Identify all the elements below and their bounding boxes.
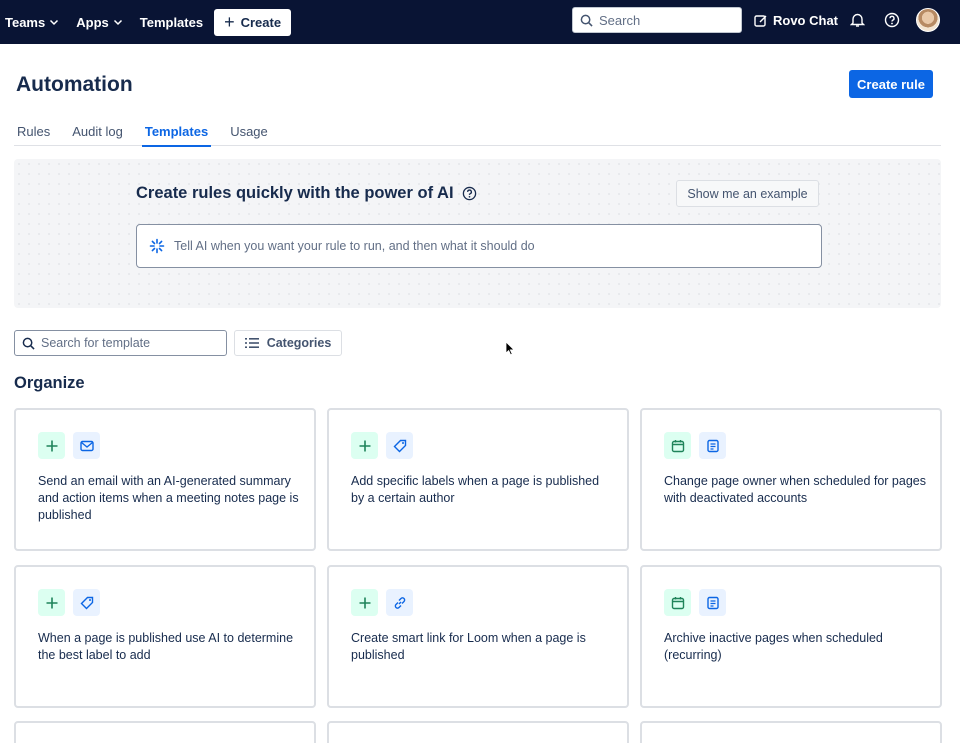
create-button[interactable]: + Create <box>214 8 292 36</box>
mouse-cursor-icon <box>505 341 515 356</box>
template-search-input[interactable]: Search for template <box>14 330 227 356</box>
ai-panel-title: Create rules quickly with the power of A… <box>136 184 477 203</box>
search-icon <box>22 337 35 350</box>
tab-rules[interactable]: Rules <box>14 124 53 146</box>
tab-templates[interactable]: Templates <box>141 124 212 147</box>
ai-rule-panel: Create rules quickly with the power of A… <box>14 159 941 308</box>
nav-apps-label: Apps <box>76 14 109 30</box>
rovo-chat-button[interactable]: Rovo Chat <box>754 13 838 28</box>
chat-edit-icon <box>754 14 767 27</box>
categories-button[interactable]: Categories <box>234 330 342 356</box>
template-card-text: Archive inactive pages when scheduled (r… <box>664 631 883 662</box>
user-avatar[interactable] <box>916 8 940 32</box>
template-card-text: Change page owner when scheduled for pag… <box>664 474 926 505</box>
top-navigation: Teams Apps Templates + Create Search Rov… <box>0 0 960 44</box>
template-card[interactable]: Create smart link for Loom when a page i… <box>327 565 629 708</box>
template-card-text: Add specific labels when a page is publi… <box>351 474 600 505</box>
plus-icon <box>38 589 65 616</box>
link-icon <box>386 589 413 616</box>
ai-sparkle-icon <box>149 238 165 254</box>
tab-bar: Rules Audit log Templates Usage <box>14 124 941 147</box>
notifications-bell-icon[interactable] <box>849 12 866 33</box>
help-icon[interactable] <box>884 12 900 33</box>
nav-templates-label: Templates <box>139 14 204 30</box>
show-example-button[interactable]: Show me an example <box>676 180 819 207</box>
template-search-placeholder: Search for template <box>41 336 151 350</box>
tag-icon <box>73 589 100 616</box>
chevron-down-icon <box>113 19 122 26</box>
ai-panel-title-text: Create rules quickly with the power of A… <box>136 184 454 202</box>
template-card[interactable]: Add specific labels when a page is publi… <box>327 408 629 551</box>
calendar-icon <box>664 432 691 459</box>
create-button-label: Create <box>240 14 282 30</box>
calendar-icon <box>664 589 691 616</box>
nav-teams[interactable]: Teams <box>5 15 59 30</box>
tag-icon <box>386 432 413 459</box>
ai-prompt-placeholder: Tell AI when you want your rule to run, … <box>174 239 535 253</box>
search-icon <box>580 14 593 27</box>
ai-prompt-input[interactable]: Tell AI when you want your rule to run, … <box>136 224 822 268</box>
page-icon <box>699 589 726 616</box>
template-card[interactable] <box>14 721 316 743</box>
template-card[interactable] <box>640 721 942 743</box>
template-card-text: Create smart link for Loom when a page i… <box>351 631 586 662</box>
plus-icon <box>351 589 378 616</box>
mail-icon <box>73 432 100 459</box>
list-icon <box>244 338 259 348</box>
tab-usage[interactable]: Usage <box>227 124 271 146</box>
nav-teams-label: Teams <box>5 14 46 30</box>
plus-icon: + <box>224 12 235 32</box>
help-icon[interactable] <box>462 186 477 201</box>
create-rule-button[interactable]: Create rule <box>849 70 933 98</box>
nav-templates[interactable]: Templates <box>140 15 203 30</box>
nav-apps[interactable]: Apps <box>76 15 123 30</box>
categories-button-label: Categories <box>266 336 332 350</box>
rovo-chat-label: Rovo Chat <box>773 13 838 28</box>
page-title: Automation <box>16 73 133 96</box>
plus-icon <box>38 432 65 459</box>
global-search-placeholder: Search <box>599 12 641 28</box>
template-card[interactable]: Send an email with an AI-generated summa… <box>14 408 316 551</box>
chevron-down-icon <box>50 19 59 26</box>
global-search-input[interactable]: Search <box>572 7 742 33</box>
page-icon <box>699 432 726 459</box>
template-card[interactable] <box>327 721 629 743</box>
section-title-organize: Organize <box>14 374 85 392</box>
template-card[interactable]: When a page is published use AI to deter… <box>14 565 316 708</box>
tab-audit-log[interactable]: Audit log <box>69 124 126 146</box>
template-card[interactable]: Change page owner when scheduled for pag… <box>640 408 942 551</box>
template-card[interactable]: Archive inactive pages when scheduled (r… <box>640 565 942 708</box>
template-card-text: When a page is published use AI to deter… <box>38 631 294 662</box>
template-card-text: Send an email with an AI-generated summa… <box>38 474 299 522</box>
plus-icon <box>351 432 378 459</box>
